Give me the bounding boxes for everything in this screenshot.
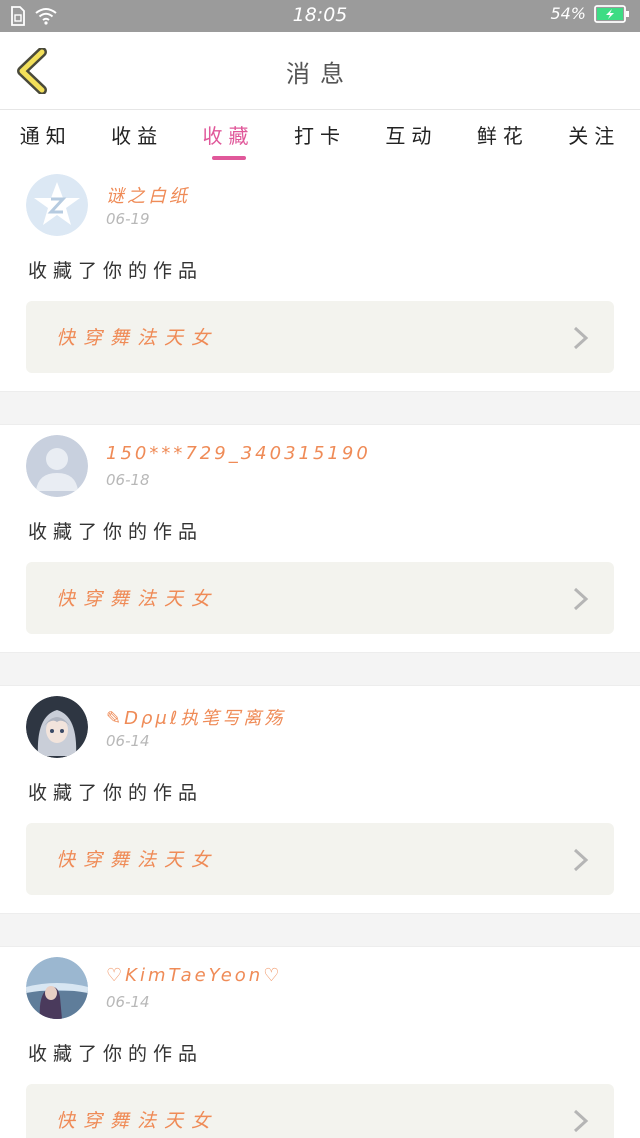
work-title: 快穿舞法天女 [56,588,219,610]
chevron-right-icon [573,587,589,611]
username[interactable]: ♡KimTaeYeon♡ [106,965,282,986]
avatar[interactable] [26,435,88,497]
avatar[interactable] [26,174,88,236]
qq-default-avatar-icon [26,174,88,236]
message-date: 06-14 [106,993,150,1011]
work-link[interactable]: 快穿舞法天女 [26,823,614,895]
battery-percent: 54% [550,4,586,23]
work-link[interactable]: 快穿舞法天女 [26,562,614,634]
username[interactable]: 谜之白纸 [106,182,190,208]
action-text: 收藏了你的作品 [28,521,204,543]
chevron-right-icon [573,1109,589,1133]
tab-bar: 通知 收益 收藏 打卡 互动 鲜花 关注 [0,110,640,164]
work-link[interactable]: 快穿舞法天女 [26,1084,614,1138]
status-right: 54% [550,4,630,23]
status-bar: 18:05 54% [0,0,640,32]
tab-flowers[interactable]: 鲜花 [457,110,548,164]
message-list: 谜之白纸 06-19 收藏了你的作品 快穿舞法天女 150***729_3403… [0,164,640,1138]
work-link[interactable]: 快穿舞法天女 [26,301,614,373]
tab-favorites[interactable]: 收藏 [183,110,274,164]
message-date: 06-19 [106,210,150,228]
default-user-avatar-icon [26,435,88,497]
tab-following[interactable]: 关注 [549,110,640,164]
message-date: 06-18 [106,471,150,489]
active-tab-indicator [211,156,246,160]
tab-interactions[interactable]: 互动 [366,110,457,164]
status-time: 18:05 [292,4,348,26]
list-item: 150***729_340315190 06-18 收藏了你的作品 快穿舞法天女 [0,425,640,652]
list-item: 谜之白纸 06-19 收藏了你的作品 快穿舞法天女 [0,164,640,391]
work-title: 快穿舞法天女 [56,849,219,871]
photo-avatar-icon [26,957,88,1019]
page-title: 消息 [286,60,354,88]
chevron-right-icon [573,848,589,872]
chevron-right-icon [573,326,589,350]
work-title: 快穿舞法天女 [56,1110,219,1132]
battery-icon [594,4,629,23]
username[interactable]: 150***729_340315190 [106,443,371,464]
anime-girl-avatar-icon [26,696,88,758]
avatar[interactable] [26,696,88,758]
tab-notifications[interactable]: 通知 [0,110,91,164]
action-text: 收藏了你的作品 [28,782,204,804]
divider [0,391,640,425]
avatar[interactable] [26,957,88,1019]
username[interactable]: ✎Dρμℓ执笔写离殇 [106,704,285,730]
action-text: 收藏了你的作品 [28,260,204,282]
tab-earnings[interactable]: 收益 [91,110,182,164]
message-date: 06-14 [106,732,150,750]
divider [0,652,640,686]
list-item: ♡KimTaeYeon♡ 06-14 收藏了你的作品 快穿舞法天女 [0,947,640,1138]
tab-checkin[interactable]: 打卡 [274,110,365,164]
work-title: 快穿舞法天女 [56,327,219,349]
header-bar: 消息 [0,32,640,110]
list-item: ✎Dρμℓ执笔写离殇 06-14 收藏了你的作品 快穿舞法天女 [0,686,640,913]
action-text: 收藏了你的作品 [28,1043,204,1065]
divider [0,913,640,947]
